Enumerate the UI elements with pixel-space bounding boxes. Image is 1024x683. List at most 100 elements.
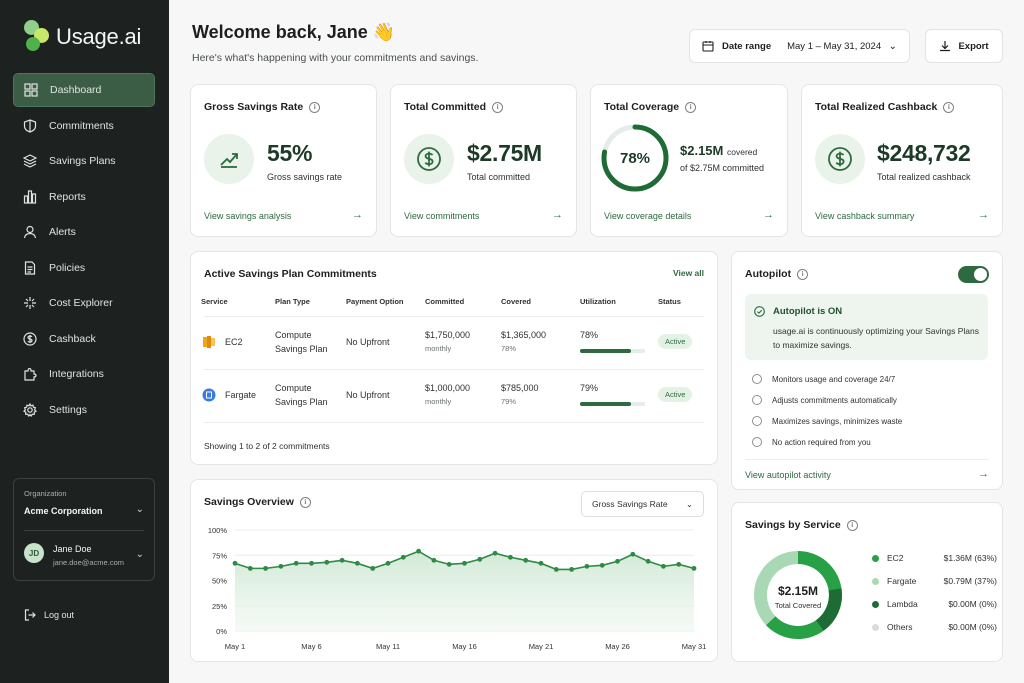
logo[interactable]: Usage.ai (24, 20, 141, 54)
export-button[interactable]: Export (925, 29, 1003, 63)
column-header[interactable]: Status (658, 297, 681, 306)
data-point[interactable] (645, 558, 651, 564)
avatar[interactable]: JD (24, 543, 44, 563)
sidebar-item-cashback[interactable]: Cashback (13, 322, 155, 356)
sidebar-item-alerts[interactable]: Alerts (13, 215, 155, 249)
column-header[interactable]: Plan Type (275, 297, 310, 306)
sidebar-item-cost-explorer[interactable]: Cost Explorer (13, 286, 155, 320)
data-point[interactable] (232, 560, 238, 566)
kpi-value: $2.75M (467, 140, 542, 166)
data-point[interactable] (293, 560, 299, 566)
data-point[interactable] (477, 556, 483, 562)
dollar-circle-icon (404, 134, 454, 184)
chevron-down-icon[interactable]: ⌄ (136, 549, 144, 560)
table-row[interactable]: Fargate Compute Savings Plan No Upfront $… (191, 370, 717, 422)
arrow-right-icon[interactable]: → (978, 209, 989, 221)
data-point[interactable] (263, 565, 268, 571)
data-point[interactable] (309, 560, 314, 566)
data-point[interactable] (615, 558, 620, 564)
info-icon[interactable]: i (797, 268, 809, 280)
data-point[interactable] (385, 560, 391, 566)
view-autopilot-activity-link[interactable]: View autopilot activity (745, 470, 831, 480)
column-header[interactable]: Utilization (580, 297, 616, 306)
data-point[interactable] (400, 554, 406, 560)
data-point[interactable] (661, 563, 666, 569)
kpi-sub: Gross savings rate (267, 172, 343, 182)
data-point[interactable] (508, 554, 513, 560)
covered-cell: $1,365,000 78% (501, 328, 546, 356)
sidebar-item-commitments[interactable]: Commitments (13, 109, 155, 143)
chevron-down-icon[interactable]: ⌄ (136, 504, 144, 515)
org-label: Organization (24, 489, 67, 498)
org-name: Acme Corporation (24, 506, 103, 516)
date-range-picker[interactable]: Date range May 1 – May 31, 2024 ⌄ (689, 29, 910, 63)
info-icon[interactable]: i (492, 101, 504, 113)
data-point[interactable] (355, 560, 360, 566)
data-point[interactable] (523, 557, 529, 563)
column-header[interactable]: Service (201, 297, 228, 306)
data-point[interactable] (569, 566, 574, 572)
info-icon[interactable]: i (685, 101, 697, 113)
info-icon[interactable]: i (299, 496, 311, 508)
sidebar-item-integrations[interactable]: Integrations (13, 357, 155, 391)
data-point[interactable] (462, 560, 467, 566)
sidebar-item-dashboard[interactable]: Dashboard (13, 73, 155, 107)
data-point[interactable] (324, 559, 330, 565)
org-switcher[interactable]: Organization Acme Corporation ⌄ JD Jane … (13, 478, 155, 581)
plan-type-line: Savings Plan (275, 397, 328, 407)
data-point[interactable] (446, 561, 452, 567)
info-icon[interactable]: i (309, 101, 321, 113)
coverage-ring: 78% (601, 124, 669, 192)
coverage-covered-suffix: covered (727, 147, 758, 157)
column-header[interactable]: Covered (501, 297, 531, 306)
sidebar-item-settings[interactable]: Settings (13, 393, 155, 427)
column-header[interactable]: Payment Option (346, 297, 404, 306)
data-point[interactable] (492, 550, 498, 556)
data-point[interactable] (278, 563, 284, 569)
data-point[interactable] (676, 561, 682, 567)
data-point[interactable] (416, 548, 421, 554)
sidebar-item-label: Policies (49, 261, 86, 274)
data-point[interactable] (553, 566, 559, 572)
view-coverage-details-link[interactable]: View coverage details (604, 211, 691, 221)
plan-type-line: Savings Plan (275, 344, 328, 354)
dollar-circle-icon (815, 134, 865, 184)
monitor-icon (752, 374, 762, 384)
committed-value: $1,000,000 (425, 383, 471, 393)
data-point[interactable] (370, 565, 376, 571)
data-point[interactable] (339, 557, 345, 563)
arrow-right-icon[interactable]: → (978, 468, 989, 480)
data-point[interactable] (247, 565, 253, 571)
data-point[interactable] (431, 557, 437, 563)
arrow-right-icon[interactable]: → (352, 209, 363, 221)
data-point[interactable] (599, 562, 605, 568)
committed-sub: monthly (425, 344, 452, 353)
feature-text: Maximizes savings, minimizes waste (772, 416, 903, 426)
info-icon[interactable]: i (943, 101, 955, 113)
arrow-right-icon[interactable]: → (763, 209, 774, 221)
data-point[interactable] (584, 563, 590, 569)
logout-button[interactable]: Log out (24, 609, 74, 621)
metric-select[interactable]: Gross Savings Rate ⌄ (581, 491, 704, 517)
layers-icon (23, 154, 37, 168)
view-all-link[interactable]: View all (673, 268, 704, 278)
donut-center-value: $2.15M (778, 584, 818, 598)
arrow-right-icon[interactable]: → (552, 209, 563, 221)
table-row[interactable]: EC2 Compute Savings Plan No Upfront $1,75… (191, 317, 717, 369)
data-point[interactable] (630, 551, 636, 557)
data-point[interactable] (691, 565, 697, 571)
kpi-title: Total Committed i (404, 101, 504, 113)
sidebar-item-reports[interactable]: Reports (13, 180, 155, 214)
y-tick-label: 100% (208, 526, 228, 535)
view-savings-analysis-link[interactable]: View savings analysis (204, 211, 291, 221)
view-commitments-link[interactable]: View commitments (404, 211, 479, 221)
kpi-card-committed: Total Committed i $2.75M Total committed … (390, 84, 577, 237)
column-header[interactable]: Committed (425, 297, 464, 306)
sidebar-item-policies[interactable]: Policies (13, 251, 155, 285)
data-point[interactable] (538, 560, 544, 566)
autopilot-feature: No action required from you (752, 437, 871, 447)
autopilot-toggle[interactable] (958, 266, 989, 283)
sidebar-item-savings-plans[interactable]: Savings Plans (13, 144, 155, 178)
view-cashback-summary-link[interactable]: View cashback summary (815, 211, 914, 221)
info-icon[interactable]: i (846, 519, 858, 531)
